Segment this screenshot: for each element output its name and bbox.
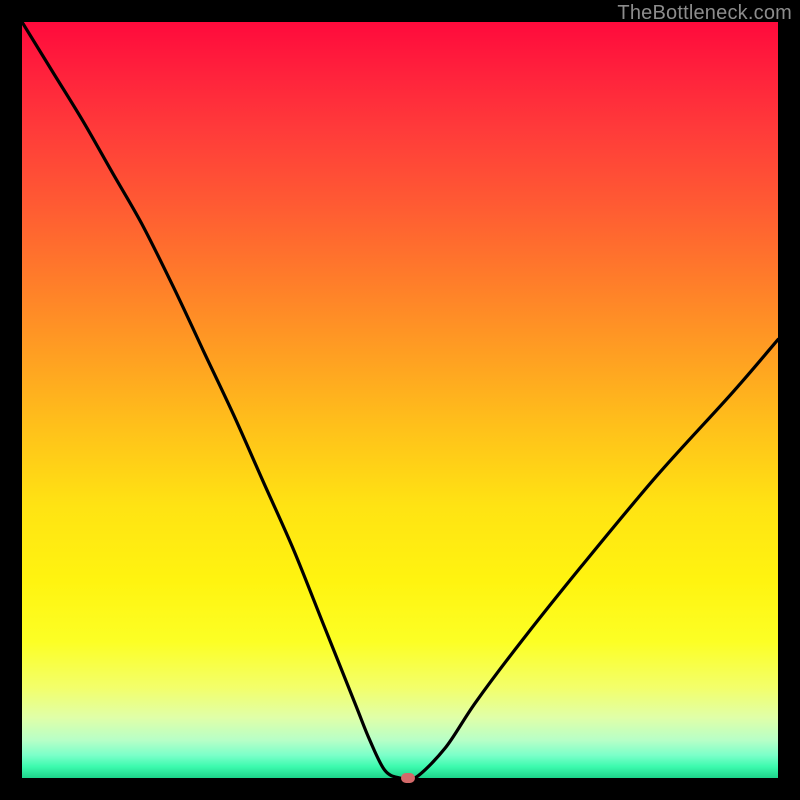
chart-stage: TheBottleneck.com bbox=[0, 0, 800, 800]
bottleneck-curve bbox=[22, 22, 778, 778]
curve-path bbox=[22, 22, 778, 778]
optimal-point-marker bbox=[401, 773, 415, 783]
plot-area bbox=[22, 22, 778, 778]
